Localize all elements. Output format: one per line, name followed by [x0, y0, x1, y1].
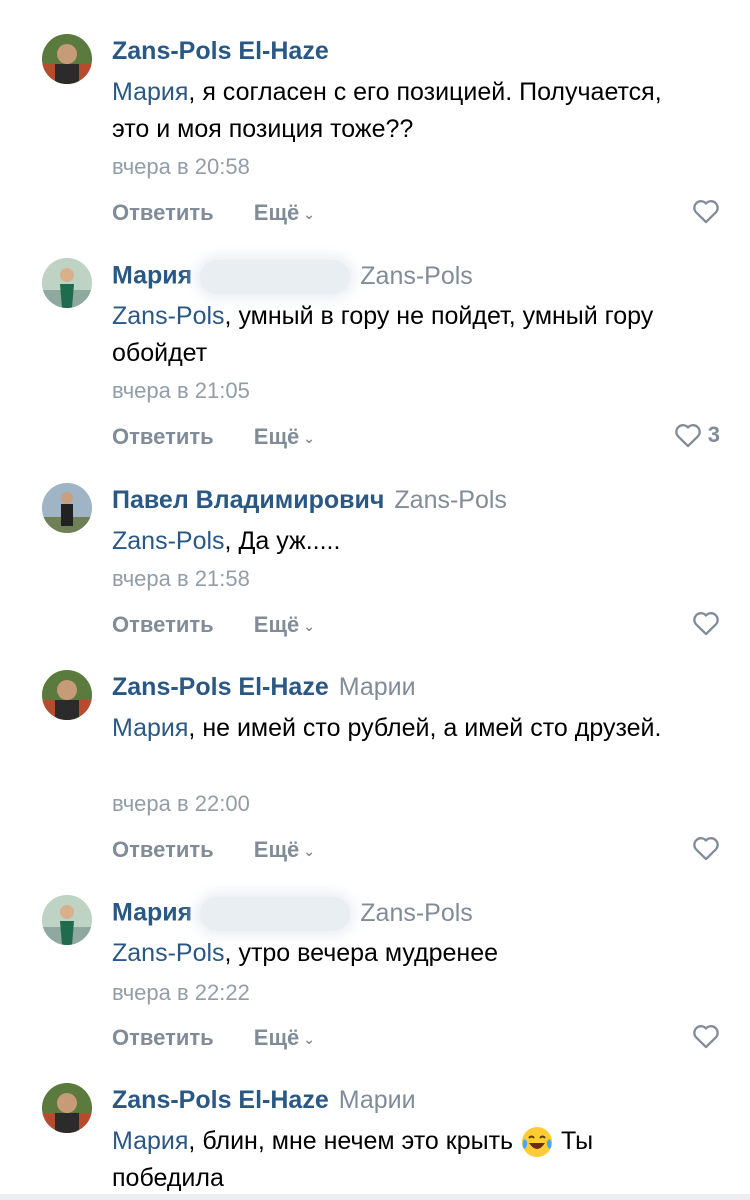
comment-actions: Ответить Ещё ⌄ — [112, 423, 315, 452]
avatar[interactable] — [42, 1083, 92, 1133]
author-name[interactable]: Zans-Pols El-Haze — [112, 1086, 329, 1114]
more-label: Ещё — [253, 200, 300, 225]
author-line: Zans-Pols El-Haze Марии — [112, 672, 416, 702]
reply-button[interactable]: Ответить — [112, 1024, 214, 1052]
chevron-down-icon: ⌄ — [303, 430, 316, 447]
comment-text: Мария, я согласен с его позицией. Получа… — [112, 74, 702, 148]
comment-actions: Ответить Ещё ⌄ — [112, 836, 315, 865]
comment-body: , утро вечера мудренее — [224, 939, 499, 967]
heart-icon — [693, 612, 719, 636]
redacted-surname — [200, 897, 351, 931]
timestamp: вчера в 21:58 — [112, 566, 250, 591]
comment-body: , я согласен с его позицией. Получается,… — [112, 78, 662, 143]
author-name[interactable]: Мария — [112, 262, 192, 290]
more-label: Ещё — [253, 1025, 300, 1050]
redacted-surname — [200, 260, 351, 294]
author-line: Zans-Pols El-Haze — [112, 36, 329, 66]
heart-icon — [693, 200, 719, 224]
more-button[interactable]: Ещё ⌄ — [254, 1024, 315, 1053]
chevron-down-icon: ⌄ — [303, 1031, 316, 1048]
timestamp: вчера в 22:00 — [112, 791, 250, 816]
reply-button[interactable]: Ответить — [112, 423, 214, 451]
tears-of-joy-emoji — [522, 1127, 553, 1158]
reply-button[interactable]: Ответить — [112, 199, 214, 227]
timestamp: вчера в 22:22 — [112, 980, 250, 1005]
mention-link[interactable]: Мария — [112, 1127, 188, 1155]
reply-button[interactable]: Ответить — [112, 836, 214, 864]
author-name[interactable]: Zans-Pols El-Haze — [112, 37, 329, 65]
comment-text: Мария, блин, мне нечем это крыть Ты побе… — [112, 1123, 702, 1197]
reply-to[interactable]: Марии — [339, 673, 416, 701]
more-label: Ещё — [253, 424, 300, 449]
more-button[interactable]: Ещё ⌄ — [254, 836, 315, 865]
like-button[interactable] — [692, 198, 720, 224]
like-button[interactable] — [692, 610, 720, 636]
chevron-down-icon: ⌄ — [303, 206, 316, 223]
author-line: Zans-Pols El-Haze Марии — [112, 1085, 416, 1115]
comment-text: Zans-Pols, умный в гору не пойдет, умный… — [112, 298, 702, 372]
author-name[interactable]: Zans-Pols El-Haze — [112, 673, 329, 701]
author-line: Мария Zans-Pols — [112, 260, 473, 294]
comment-body: , Да уж..... — [224, 527, 341, 555]
more-button[interactable]: Ещё ⌄ — [254, 423, 315, 452]
avatar[interactable] — [42, 258, 92, 308]
reply-button[interactable]: Ответить — [112, 611, 214, 639]
reply-to[interactable]: Zans-Pols — [360, 899, 473, 927]
like-button[interactable] — [692, 1023, 720, 1049]
heart-icon — [674, 424, 701, 448]
avatar[interactable] — [42, 483, 92, 533]
author-line: Павел Владимирович Zans-Pols — [112, 485, 507, 515]
chevron-down-icon: ⌄ — [303, 618, 316, 635]
heart-icon — [693, 837, 719, 861]
author-line: Мария Zans-Pols — [112, 897, 473, 931]
mention-link[interactable]: Мария — [112, 78, 188, 106]
comment-actions: Ответить Ещё ⌄ — [112, 611, 315, 640]
comment-text: Zans-Pols, Да уж..... — [112, 523, 702, 560]
avatar[interactable] — [42, 895, 92, 945]
reply-to[interactable]: Марии — [339, 1086, 416, 1114]
comment-body: , блин, мне нечем это крыть — [188, 1127, 514, 1155]
comment-body: , не имей сто рублей, а имей сто друзей. — [188, 714, 662, 742]
avatar[interactable] — [42, 670, 92, 720]
more-label: Ещё — [253, 837, 300, 862]
timestamp: вчера в 20:58 — [112, 154, 250, 179]
timestamp: вчера в 21:05 — [112, 378, 250, 403]
like-button[interactable]: 3 — [674, 422, 720, 448]
mention-link[interactable]: Мария — [112, 714, 188, 742]
author-name[interactable]: Мария — [112, 899, 192, 927]
more-button[interactable]: Ещё ⌄ — [254, 611, 315, 640]
comment-text: Zans-Pols, утро вечера мудренее — [112, 935, 702, 972]
chevron-down-icon: ⌄ — [303, 843, 316, 860]
mention-link[interactable]: Zans-Pols — [112, 527, 225, 555]
comment-actions: Ответить Ещё ⌄ — [112, 199, 315, 228]
mention-link[interactable]: Zans-Pols — [112, 939, 225, 967]
heart-icon — [693, 1025, 719, 1049]
like-count: 3 — [707, 422, 720, 447]
bottom-divider — [0, 1194, 750, 1200]
comment-actions: Ответить Ещё ⌄ — [112, 1024, 315, 1053]
reply-to[interactable]: Zans-Pols — [360, 262, 473, 290]
avatar[interactable] — [42, 34, 92, 84]
mention-link[interactable]: Zans-Pols — [112, 302, 225, 330]
reply-to[interactable]: Zans-Pols — [394, 486, 507, 514]
more-button[interactable]: Ещё ⌄ — [254, 199, 315, 228]
comment-text: Мария, не имей сто рублей, а имей сто др… — [112, 710, 702, 747]
more-label: Ещё — [253, 612, 300, 637]
author-name[interactable]: Павел Владимирович — [112, 486, 384, 514]
like-button[interactable] — [692, 835, 720, 861]
